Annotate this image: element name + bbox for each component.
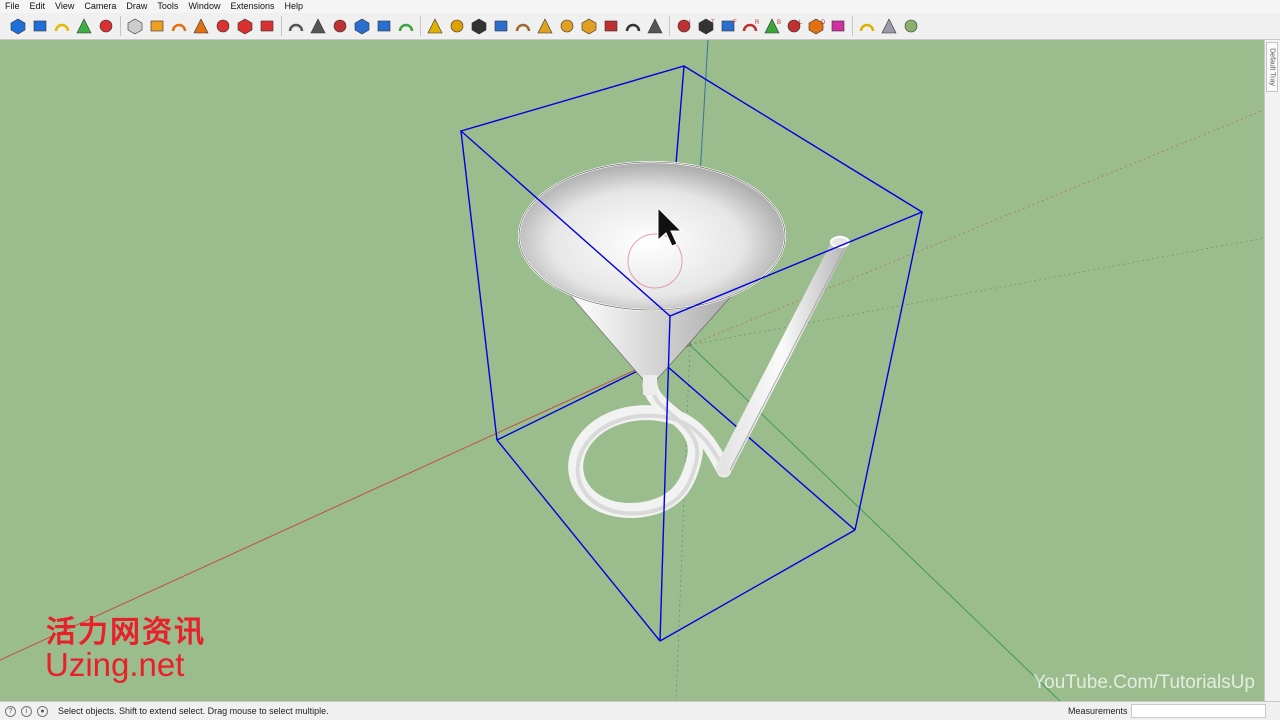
extrude-icon[interactable] [512, 15, 534, 37]
bezier-icon[interactable] [351, 15, 373, 37]
paint-bucket-icon[interactable] [51, 15, 73, 37]
toolbar-separator [420, 16, 421, 36]
grid-icon[interactable] [534, 15, 556, 37]
arc-icon[interactable] [285, 15, 307, 37]
view-right-icon[interactable]: R [739, 15, 761, 37]
svg-text:R: R [755, 20, 759, 26]
toolbar-separator [669, 16, 670, 36]
svg-text:F: F [733, 20, 737, 26]
section-plane-icon[interactable] [124, 15, 146, 37]
menu-window[interactable]: Window [183, 0, 225, 13]
toolbar-separator [281, 16, 282, 36]
geo-location-icon[interactable]: ? [5, 705, 16, 717]
menu-camera[interactable]: Camera [79, 0, 121, 13]
box-green-icon[interactable] [900, 15, 922, 37]
push-pull-icon[interactable] [168, 15, 190, 37]
grid-3-icon[interactable] [578, 15, 600, 37]
view-bottom-icon[interactable]: D [805, 15, 827, 37]
bounding-box-front [459, 65, 924, 642]
toolbar-separator [852, 16, 853, 36]
menu-draw[interactable]: Draw [121, 0, 152, 13]
select-group-icon[interactable] [644, 15, 666, 37]
box-gray-icon[interactable] [878, 15, 900, 37]
materials-icon[interactable] [29, 15, 51, 37]
model-scene[interactable] [0, 40, 1264, 701]
svg-text:T: T [711, 20, 715, 26]
components-icon[interactable] [7, 15, 29, 37]
view-back-icon[interactable]: B [761, 15, 783, 37]
follow-me-icon[interactable] [146, 15, 168, 37]
measurements-label: Measurements [1068, 706, 1128, 716]
vertex-icon[interactable] [600, 15, 622, 37]
blue-axis-dotted [675, 344, 691, 701]
svg-text:D: D [821, 20, 825, 26]
rotate-icon[interactable] [190, 15, 212, 37]
tray-strip [1264, 40, 1280, 701]
rectangle-icon[interactable] [212, 15, 234, 37]
spiral-base[interactable] [568, 377, 732, 518]
view-iso-icon[interactable]: I [673, 15, 695, 37]
svg-text:L: L [799, 20, 803, 26]
user-icon[interactable]: ● [37, 705, 48, 717]
credits-icon[interactable]: i [21, 705, 32, 717]
default-tray-label: Default Tray [1268, 48, 1276, 86]
measurements-input[interactable] [1131, 704, 1266, 718]
menu-tools[interactable]: Tools [152, 0, 183, 13]
pyramid-icon[interactable] [424, 15, 446, 37]
menu-edit[interactable]: Edit [25, 0, 51, 13]
xray-icon[interactable] [827, 15, 849, 37]
model-viewport[interactable] [0, 40, 1264, 701]
svg-text:B: B [777, 20, 781, 26]
menu-file[interactable]: File [0, 0, 25, 13]
default-tray-tab[interactable]: Default Tray [1266, 42, 1278, 92]
watermark-chinese: 活力网资讯 [46, 615, 206, 650]
sandbox-icon[interactable] [95, 15, 117, 37]
orbit-icon[interactable] [468, 15, 490, 37]
box-yellow-icon[interactable] [856, 15, 878, 37]
svg-text:I: I [689, 20, 691, 26]
status-bar: ? i ● Select objects. Shift to extend se… [0, 701, 1280, 720]
lathe-icon[interactable] [446, 15, 468, 37]
scenes-icon[interactable] [256, 15, 278, 37]
menu-help[interactable]: Help [279, 0, 308, 13]
menu-bar: File Edit View Camera Draw Tools Window Extensi… [0, 0, 1280, 13]
watermark-url: Uzing.net [45, 646, 185, 683]
lasso-icon[interactable] [622, 15, 644, 37]
3d-warehouse-icon[interactable] [73, 15, 95, 37]
layers-icon[interactable] [234, 15, 256, 37]
main-toolbar: ITFRBLD [0, 13, 1280, 40]
view-front-icon[interactable]: F [717, 15, 739, 37]
view-top-icon[interactable]: T [695, 15, 717, 37]
grid-2-icon[interactable] [556, 15, 578, 37]
pan-icon[interactable] [490, 15, 512, 37]
curve-icon[interactable] [329, 15, 351, 37]
menu-extensions[interactable]: Extensions [225, 0, 279, 13]
view-left-icon[interactable]: L [783, 15, 805, 37]
funnel-stem [643, 375, 657, 395]
status-message: Select objects. Shift to extend select. … [58, 706, 329, 716]
cone-icon[interactable] [395, 15, 417, 37]
toolbar-separator [120, 16, 121, 36]
freehand-icon[interactable] [307, 15, 329, 37]
polyline-icon[interactable] [373, 15, 395, 37]
menu-view[interactable]: View [50, 0, 79, 13]
youtube-watermark: YouTube.Com/TutorialsUp [1033, 672, 1255, 693]
green-axis [689, 344, 1061, 701]
